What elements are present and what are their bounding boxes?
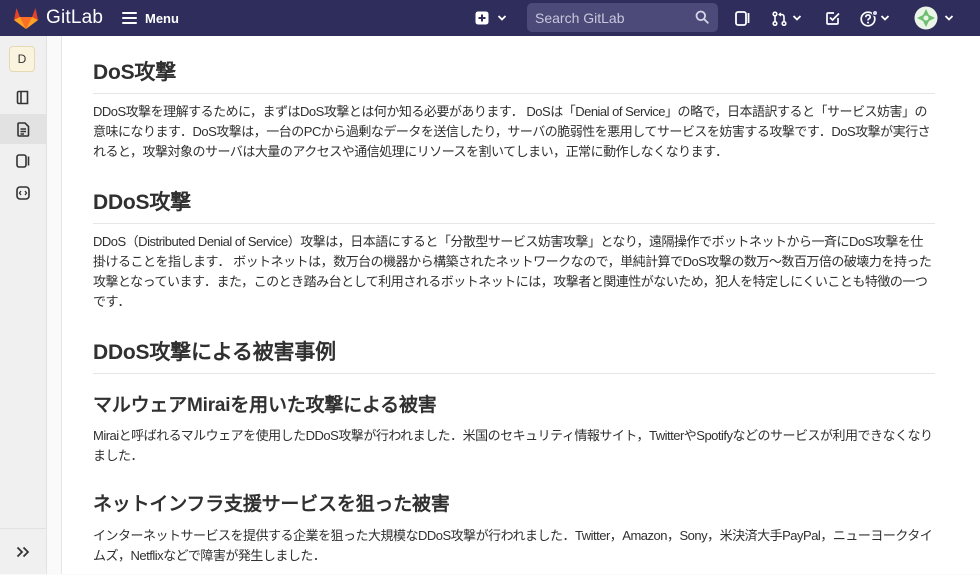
todos-button[interactable] [826, 0, 840, 36]
issues-icon [735, 10, 750, 26]
merge-request-icon [772, 10, 787, 26]
todo-checkbox-icon [826, 12, 840, 25]
search-icon[interactable] [695, 10, 709, 24]
chevron-down-icon [944, 15, 954, 21]
user-menu-dropdown[interactable] [914, 0, 954, 36]
project-avatar[interactable]: D [9, 46, 35, 72]
plus-square-icon [475, 11, 489, 25]
sidebar-item-issues[interactable] [0, 146, 46, 176]
new-item-dropdown[interactable] [475, 0, 507, 36]
question-circle-icon [860, 9, 878, 27]
search-box [527, 3, 718, 32]
issues-icon [16, 154, 30, 168]
collapse-sidebar-button[interactable] [0, 528, 46, 575]
subsection-heading-mirai: マルウェアMiraiを用いた攻撃による被害 [93, 395, 437, 416]
sidebar-item-repository[interactable] [0, 82, 46, 112]
project-sidebar: D [0, 36, 47, 574]
subsection-heading-net-infra: ネットインフラ支援サービスを狙った被害 [93, 494, 450, 515]
double-chevron-right-icon [16, 546, 30, 558]
sidebar-item-wiki[interactable] [0, 114, 46, 144]
search-input[interactable] [535, 3, 685, 32]
section-paragraph-ddos: DDoS（Distributed Denial of Service）攻撃は，日… [93, 234, 932, 309]
hamburger-icon [122, 12, 137, 24]
document-icon [16, 121, 29, 137]
sidebar-item-snippets[interactable] [0, 178, 46, 208]
section-heading-damage-cases: DDoS攻撃による被害事例 [93, 336, 935, 374]
issues-button[interactable] [735, 0, 750, 36]
merge-requests-dropdown[interactable] [772, 0, 802, 36]
snippet-icon [16, 186, 30, 200]
section-paragraph-dos: DDoS攻撃を理解するために，まずはDoS攻撃とは何か知る必要があります． Do… [93, 104, 931, 159]
repository-book-icon [16, 90, 29, 104]
gitlab-wordmark: GitLab [46, 7, 104, 28]
help-dropdown[interactable] [860, 0, 890, 36]
top-navigation-bar: GitLab Menu [0, 0, 980, 36]
user-avatar-icon [914, 6, 938, 30]
wiki-content-area: DoS攻撃 DDoS攻撃を理解するために，まずはDoS攻撃とは何か知る必要があり… [61, 36, 980, 574]
menu-label: Menu [145, 10, 179, 26]
gitlab-tanuki-icon [14, 8, 38, 29]
chevron-down-icon [880, 15, 890, 21]
chevron-down-icon [497, 15, 507, 21]
gitlab-logo-link[interactable]: GitLab [13, 0, 103, 36]
subsection-paragraph-mirai: Miraiと呼ばれるマルウェアを使用したDDoS攻撃が行われました．米国のセキュ… [93, 428, 933, 463]
section-heading-ddos: DDoS攻撃 [93, 186, 935, 224]
section-heading-dos: DoS攻撃 [93, 56, 935, 94]
chevron-down-icon [792, 15, 802, 21]
menu-button[interactable]: Menu [122, 0, 179, 36]
subsection-paragraph-net-infra: インターネットサービスを提供する企業を狙った大規模なDDoS攻撃が行われました．… [93, 528, 933, 563]
